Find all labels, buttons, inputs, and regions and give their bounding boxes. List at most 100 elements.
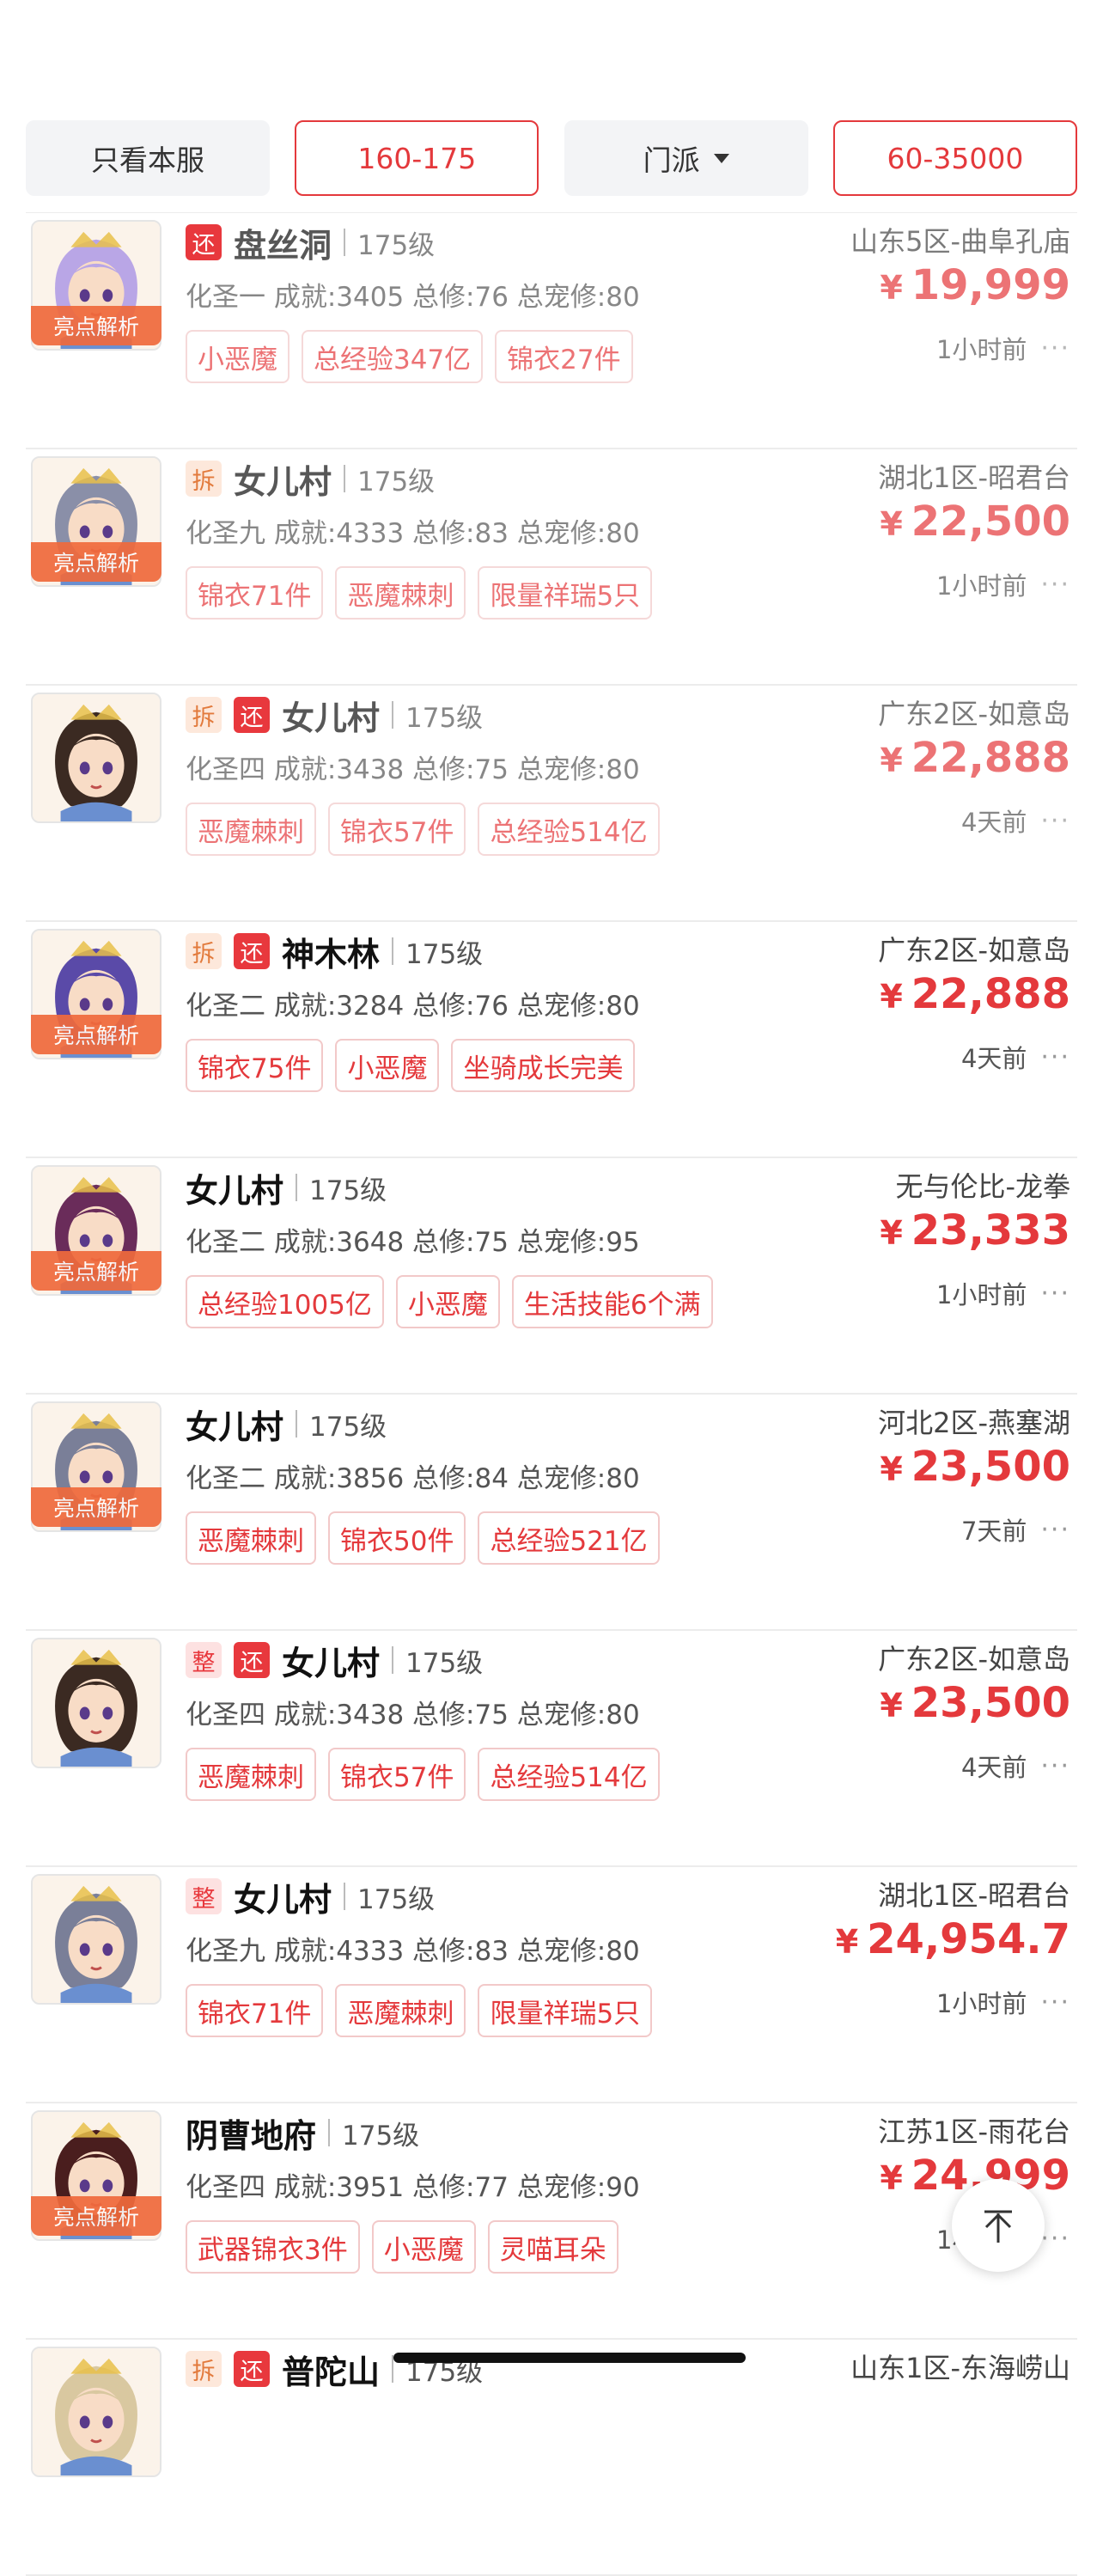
feature-tag: 锦衣71件	[186, 1984, 324, 2037]
home-indicator	[393, 2353, 746, 2363]
title-row: 整还女儿村 175级	[186, 1636, 483, 1684]
meta-row: 1小时前 ···	[936, 1984, 1070, 2020]
currency-symbol: ¥	[880, 269, 903, 307]
listing-item[interactable]: 亮点解析 还盘丝洞 175级 化圣一 成就:3405 总修:76 总宠修:80 小恶魔总…	[26, 213, 1077, 449]
title-row: 女儿村 175级	[186, 1163, 387, 1212]
more-options-icon[interactable]: ···	[1040, 333, 1070, 363]
more-options-icon[interactable]: ···	[1040, 1987, 1070, 2017]
tag-list: 锦衣75件 小恶魔 坐骑成长完美	[186, 1039, 647, 1092]
tag-list: 锦衣71件 恶魔棘刺 限量祥瑞5只	[186, 1984, 664, 2037]
listing-item[interactable]: 拆还女儿村 175级 化圣四 成就:3438 总修:75 总宠修:80 恶魔棘刺 锦衣5…	[26, 686, 1077, 922]
price: ¥23,500	[880, 1443, 1070, 1491]
listing-item[interactable]: 整女儿村 175级 化圣九 成就:4333 总修:83 总宠修:80 锦衣71件 恶魔棘…	[26, 1867, 1077, 2103]
feature-tag: 锦衣71件	[186, 566, 324, 620]
more-options-icon[interactable]: ···	[1040, 1751, 1070, 1781]
price: ¥22,888	[880, 970, 1070, 1018]
meta-row: 4天前 ···	[961, 1748, 1070, 1784]
back-to-top-button[interactable]	[952, 2179, 1045, 2272]
sect-name: 女儿村	[234, 1880, 332, 1919]
tag-list: 锦衣71件 恶魔棘刺 限量祥瑞5只	[186, 566, 664, 620]
server-name: 广东2区-如意岛	[878, 698, 1070, 730]
listing-item[interactable]: 亮点解析 阴曹地府 175级 化圣四 成就:3951 总修:77 总宠修:90 武器锦衣…	[26, 2103, 1077, 2340]
highlight-analysis-tag[interactable]: 亮点解析	[31, 306, 161, 345]
separator	[344, 465, 346, 492]
title-row: 还盘丝洞 175级	[186, 218, 435, 266]
listing-item[interactable]: 亮点解析 女儿村 175级 化圣二 成就:3856 总修:84 总宠修:80 恶魔棘刺锦…	[26, 1395, 1077, 1631]
highlight-analysis-tag[interactable]: 亮点解析	[31, 2196, 161, 2236]
feature-tag: 锦衣75件	[186, 1039, 324, 1092]
feature-tag: 恶魔棘刺	[186, 1748, 316, 1801]
feature-tag: 恶魔棘刺	[335, 1984, 466, 2037]
tag-list: 总经验1005亿 小恶魔 生活技能6个满	[186, 1275, 725, 1328]
tag-list: 恶魔棘刺 锦衣57件 总经验514亿	[186, 803, 672, 856]
price-value: 24,954.7	[867, 1915, 1070, 1963]
level-label: 175级	[357, 1883, 436, 1915]
filter-level-range[interactable]: 160-175	[295, 120, 539, 196]
more-options-icon[interactable]: ···	[1040, 1279, 1070, 1309]
meta-row: 4天前 ···	[961, 803, 1070, 839]
feature-tag: 恶魔棘刺	[186, 803, 316, 856]
highlight-analysis-tag[interactable]: 亮点解析	[31, 542, 161, 582]
feature-tag: 总经验514亿	[478, 1748, 660, 1801]
more-options-icon[interactable]: ···	[1040, 570, 1070, 600]
filter-price-range[interactable]: 60-35000	[832, 120, 1077, 196]
filter-label: 门派	[643, 143, 700, 177]
highlight-analysis-tag[interactable]: 亮点解析	[31, 1487, 161, 1527]
server-name: 湖北1区-昭君台	[878, 461, 1070, 494]
more-options-icon[interactable]: ···	[1040, 1042, 1070, 1072]
listing-item[interactable]: 亮点解析 拆女儿村 175级 化圣九 成就:4333 总修:83 总宠修:80 锦衣71…	[26, 449, 1077, 686]
server-name: 江苏1区-雨花台	[878, 2115, 1070, 2148]
highlight-analysis-tag[interactable]: 亮点解析	[31, 1015, 161, 1054]
meta-row: 4天前 ···	[961, 1039, 1070, 1075]
feature-tag: 小恶魔	[371, 2220, 476, 2274]
feature-tag: 总经验1005亿	[186, 1275, 384, 1328]
listing-item[interactable]: 拆还普陀山 175级 山东1区-东海崂山	[26, 2340, 1077, 2576]
more-options-icon[interactable]: ···	[1040, 2224, 1070, 2254]
server-name: 无与伦比-龙拳	[895, 1170, 1070, 1203]
price-value: 23,500	[911, 1679, 1070, 1727]
sect-name: 女儿村	[282, 699, 381, 737]
filter-label: 60-35000	[887, 141, 1024, 175]
price-value: 22,500	[911, 497, 1070, 546]
more-options-icon[interactable]: ···	[1040, 1515, 1070, 1545]
currency-symbol: ¥	[880, 505, 903, 543]
server-name: 山东1区-东海崂山	[850, 2352, 1070, 2384]
server-name: 河北2区-燕塞湖	[878, 1407, 1070, 1439]
listing-time: 7天前	[960, 1517, 1027, 1546]
listing-item[interactable]: 亮点解析 拆还神木林 175级 化圣二 成就:3284 总修:76 总宠修:80 锦衣7…	[26, 922, 1077, 1158]
badge-split: 拆	[186, 2351, 222, 2387]
currency-symbol: ¥	[880, 2159, 903, 2197]
separator	[296, 1410, 298, 1438]
feature-tag: 恶魔棘刺	[186, 1511, 316, 1565]
listing-time: 1小时前	[935, 1989, 1027, 2018]
highlight-analysis-tag[interactable]: 亮点解析	[31, 1251, 161, 1291]
feature-tag: 限量祥瑞5只	[478, 1984, 653, 2037]
status-area	[0, 0, 1103, 119]
badge-split: 拆	[186, 461, 222, 497]
filter-sect-dropdown[interactable]: 门派	[564, 120, 808, 196]
feature-tag: 小恶魔	[335, 1039, 440, 1092]
badge-whole: 整	[186, 1642, 222, 1678]
separator	[392, 937, 394, 965]
tag-list: 武器锦衣3件 小恶魔 灵喵耳朵	[186, 2220, 631, 2274]
listing-time: 1小时前	[935, 335, 1027, 364]
character-avatar	[31, 1874, 161, 2005]
sect-name: 盘丝洞	[234, 226, 332, 265]
character-avatar	[31, 693, 161, 823]
separator	[392, 1646, 394, 1674]
meta-row: 1小时前 ···	[936, 1275, 1070, 1311]
listing-item[interactable]: 整还女儿村 175级 化圣四 成就:3438 总修:75 总宠修:80 恶魔棘刺 锦衣5…	[26, 1631, 1077, 1867]
character-portrait-icon	[33, 1639, 160, 1767]
price-value: 23,500	[911, 1443, 1070, 1491]
character-portrait-icon	[33, 694, 160, 821]
feature-tag: 总经验347亿	[302, 330, 484, 383]
badge-split: 拆	[186, 933, 222, 969]
tag-list: 恶魔棘刺 锦衣50件 总经验521亿	[186, 1511, 672, 1565]
filter-only-this-server[interactable]: 只看本服	[26, 120, 270, 196]
listing-item[interactable]: 亮点解析 女儿村 175级 化圣二 成就:3648 总修:75 总宠修:95 总经验10…	[26, 1158, 1077, 1395]
more-options-icon[interactable]: ···	[1040, 806, 1070, 836]
currency-symbol: ¥	[880, 1687, 903, 1724]
listing-list: 亮点解析还盘丝洞 175级 化圣一 成就:3405 总修:76 总宠修:80 小恶魔总…	[0, 213, 1103, 2576]
stats-line: 化圣四 成就:3951 总修:77 总宠修:90	[186, 2172, 640, 2203]
badge-whole: 整	[186, 1878, 222, 1914]
